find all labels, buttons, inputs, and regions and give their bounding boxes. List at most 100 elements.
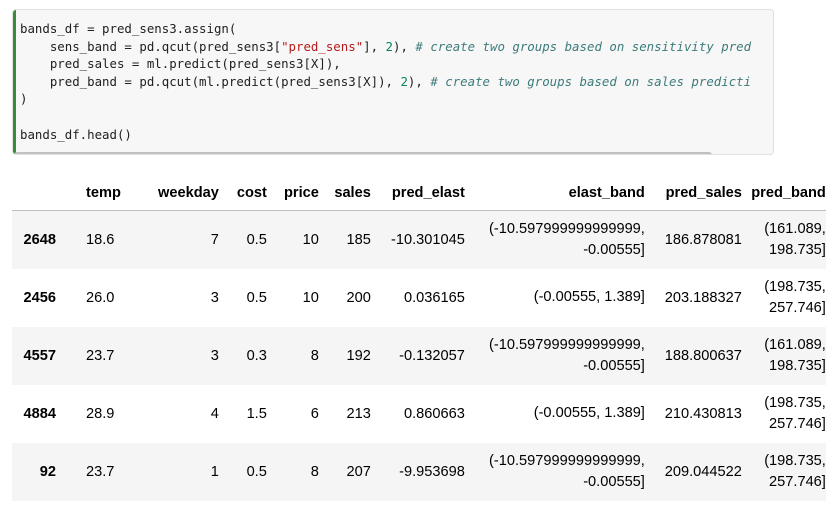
code-line: pred_band = pd.qcut(ml.predict(pred_sens… bbox=[20, 73, 773, 91]
row-index: 4557 bbox=[23, 347, 56, 364]
code-token: bands_df = pred_sens3.assign( bbox=[20, 21, 237, 36]
cell-elast-band-line: (-10.597999999999999, bbox=[489, 452, 645, 469]
cell-elast-band-line: (-0.00555, 1.389] bbox=[533, 289, 645, 305]
code-token: ) bbox=[20, 91, 28, 107]
cell-pred-elast: 0.036165 bbox=[403, 289, 465, 306]
cell-pred-sales: 203.188327 bbox=[664, 289, 742, 306]
table-row: 2648 18.6 7 0.5 10 185 -10.301045 (-10.59799999… bbox=[12, 210, 826, 269]
code-token: sens_band = pd.qcut(pred_sens3[ bbox=[20, 38, 282, 54]
cell-sales: 185 bbox=[346, 231, 371, 248]
cell-pred-elast: 0.860663 bbox=[403, 405, 465, 422]
code-token: ], bbox=[363, 38, 386, 54]
cell-elast-band-line: (-10.597999999999999, bbox=[489, 220, 645, 237]
code-token: pred_band = pd.qcut(ml.predict(pred_sens… bbox=[20, 73, 401, 89]
cell-temp: 28.9 bbox=[86, 405, 115, 422]
cell-cost: 0.3 bbox=[246, 347, 267, 364]
cell-pred-band-line: (198.735, bbox=[764, 394, 826, 411]
code-line: bands_df = pred_sens3.assign( bbox=[20, 20, 773, 38]
cell-pred-band-line: (198.735, bbox=[764, 278, 826, 295]
dataframe-output: temp weekday cost price sales pred_elast… bbox=[12, 176, 826, 501]
cell-pred-sales: 210.430813 bbox=[664, 405, 742, 422]
cell-price: 8 bbox=[310, 463, 319, 480]
cell-weekday: 3 bbox=[210, 289, 219, 306]
cell-elast-band: (-10.597999999999999, -0.00555] bbox=[465, 211, 645, 269]
cell-pred-band-line: 198.735] bbox=[769, 241, 826, 258]
cell-elast-band: (-10.597999999999999, -0.00555] bbox=[465, 327, 645, 385]
cell-pred-band: (198.735, 257.746] bbox=[742, 385, 826, 443]
code-line: sens_band = pd.qcut(pred_sens3["pred_sen… bbox=[20, 38, 773, 56]
cell-elast-band: (-0.00555, 1.389] bbox=[465, 385, 645, 443]
cell-cost: 0.5 bbox=[246, 289, 267, 306]
cell-temp: 23.7 bbox=[86, 463, 115, 480]
cell-weekday: 7 bbox=[210, 231, 219, 248]
cell-price: 8 bbox=[310, 347, 319, 364]
cell-elast-band-line: (-0.00555, 1.389] bbox=[533, 405, 645, 421]
row-index: 4884 bbox=[23, 405, 56, 422]
code-string: "pred_sens" bbox=[281, 38, 364, 54]
code-editor[interactable]: bands_df = pred_sens3.assign( sens_band … bbox=[20, 20, 773, 143]
cell-pred-band-line: (161.089, bbox=[764, 220, 826, 237]
column-header-pred-elast: pred_elast bbox=[370, 176, 465, 211]
cell-pred-band: (161.089, 198.735] bbox=[742, 327, 826, 385]
cell-pred-band-line: 257.746] bbox=[769, 415, 826, 432]
cell-price: 10 bbox=[302, 289, 319, 306]
cell-pred-sales: 186.878081 bbox=[664, 231, 742, 248]
cell-weekday: 4 bbox=[210, 405, 219, 422]
cell-elast-band: (-10.597999999999999, -0.00555] bbox=[465, 443, 645, 501]
code-comment: # create two groups based on sensitivity… bbox=[415, 38, 752, 54]
cell-elast-band-line: -0.00555] bbox=[583, 473, 645, 490]
cell-pred-band: (198.735, 257.746] bbox=[742, 269, 826, 327]
code-token: bands_df.head() bbox=[20, 126, 132, 142]
code-comment: # create two groups based on sales predi… bbox=[430, 73, 752, 89]
table-row: 4557 23.7 3 0.3 8 192 -0.132057 (-10.5979999999… bbox=[12, 326, 826, 385]
column-header-index bbox=[12, 176, 56, 211]
row-index: 92 bbox=[39, 463, 56, 480]
cell-temp: 18.6 bbox=[86, 231, 115, 248]
code-token: pred_sales = ml.predict(pred_sens3[X]), bbox=[20, 56, 341, 72]
cell-pred-band-line: 257.746] bbox=[769, 299, 826, 316]
table-row: 92 23.7 1 0.5 8 207 -9.953698 (-10.597999999999… bbox=[12, 442, 826, 501]
cell-cost: 0.5 bbox=[246, 231, 267, 248]
cell-elast-band-line: -0.00555] bbox=[583, 241, 645, 258]
column-header-weekday: weekday bbox=[158, 176, 219, 211]
column-header-pred-sales: pred_sales bbox=[644, 176, 742, 211]
column-header-price: price bbox=[266, 176, 319, 211]
row-index: 2648 bbox=[23, 231, 56, 248]
code-line: pred_sales = ml.predict(pred_sens3[X]), bbox=[20, 55, 773, 73]
cell-pred-sales: 188.800637 bbox=[664, 347, 742, 364]
column-header-cost: cost bbox=[218, 176, 267, 211]
cell-pred-band-line: (198.735, bbox=[764, 452, 826, 469]
cell-weekday: 1 bbox=[210, 463, 219, 480]
cell-pred-band-line: (161.089, bbox=[764, 336, 826, 353]
table-header-row: temp weekday cost price sales pred_elast… bbox=[12, 176, 826, 211]
cell-temp: 23.7 bbox=[86, 347, 115, 364]
code-line: bands_df.head() bbox=[20, 126, 773, 144]
cell-elast-band: (-0.00555, 1.389] bbox=[465, 269, 645, 327]
horizontal-scrollbar[interactable] bbox=[14, 152, 712, 154]
table-row: 2456 26.0 3 0.5 10 200 0.036165 (-0.00555, 1.38… bbox=[12, 269, 826, 327]
cell-pred-elast: -0.132057 bbox=[399, 347, 465, 364]
cell-elast-band-line: (-10.597999999999999, bbox=[489, 336, 645, 353]
cell-elast-band-line: -0.00555] bbox=[583, 357, 645, 374]
cell-price: 6 bbox=[310, 405, 319, 422]
cell-pred-band-line: 198.735] bbox=[769, 357, 826, 374]
table-row: 4884 28.9 4 1.5 6 213 0.860663 (-0.00555, 1.389… bbox=[12, 385, 826, 443]
cell-sales: 192 bbox=[346, 347, 371, 364]
code-token: ), bbox=[407, 73, 431, 89]
column-header-temp: temp bbox=[56, 176, 158, 211]
cell-sales: 213 bbox=[346, 405, 371, 422]
cell-pred-sales: 209.044522 bbox=[664, 463, 742, 480]
code-cell[interactable]: bands_df = pred_sens3.assign( sens_band … bbox=[12, 9, 774, 155]
code-number: 2 bbox=[385, 38, 394, 54]
code-line: ) bbox=[20, 90, 773, 108]
cell-pred-band: (161.089, 198.735] bbox=[742, 211, 826, 269]
cell-weekday: 3 bbox=[210, 347, 219, 364]
cell-pred-elast: -10.301045 bbox=[391, 231, 465, 248]
cell-pred-band: (198.735, 257.746] bbox=[742, 443, 826, 501]
cell-cost: 1.5 bbox=[246, 405, 267, 422]
cell-cost: 0.5 bbox=[246, 463, 267, 480]
cell-sales: 207 bbox=[346, 463, 371, 480]
cell-sales: 200 bbox=[346, 289, 371, 306]
row-index: 2456 bbox=[23, 289, 56, 306]
